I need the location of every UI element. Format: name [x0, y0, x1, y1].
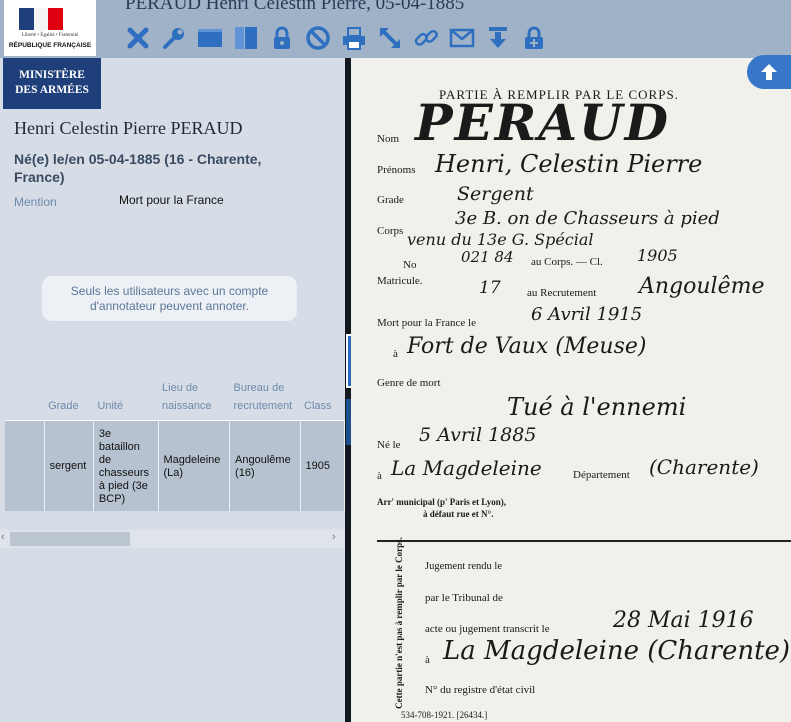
wrench-icon[interactable] — [160, 24, 188, 52]
doc-label-tribunal: par le Tribunal de — [425, 592, 503, 604]
doc-value-acte: 28 Mai 1916 — [613, 608, 754, 633]
scroll-top-button[interactable] — [747, 55, 791, 89]
person-name: Henri Celestin Pierre PERAUD — [14, 118, 243, 138]
table-header[interactable]: Grade — [44, 373, 93, 421]
close-icon[interactable] — [124, 24, 152, 52]
table-header[interactable]: Class — [300, 373, 344, 421]
doc-value-mort-date: 6 Avril 1915 — [531, 304, 643, 325]
toolbar — [124, 24, 548, 52]
doc-value-nom: PERAUD — [415, 93, 671, 152]
doc-value-corps-2: venu du 13e G. Spécial — [407, 230, 594, 249]
split-view-icon[interactable] — [232, 24, 260, 52]
doc-value-ne-lieu: La Magdeleine — [391, 456, 542, 480]
annotate-lock-icon[interactable] — [520, 24, 548, 52]
ministry-line-2: DES ARMÉES — [15, 84, 89, 96]
doc-value-departement: (Charente) — [649, 455, 759, 479]
doc-label-a: à — [393, 348, 398, 360]
doc-value-corps: 3e B. on de Chasseurs à pied — [455, 208, 720, 229]
doc-label-prenoms: Prénoms — [377, 164, 416, 176]
doc-label-no: No — [403, 259, 417, 271]
top-bar: PERAUD Henri Célestin Pierre, 05-04-1885 — [0, 0, 791, 58]
doc-label-matricule: Matricule. — [377, 275, 423, 287]
doc-label-a-3: à — [425, 654, 430, 666]
table-cell — [5, 420, 45, 511]
doc-value-recrutement: Angoulême — [639, 274, 765, 299]
scroll-right-arrow[interactable]: › — [332, 531, 336, 543]
doc-value-classe: 1905 — [637, 246, 678, 265]
download-icon[interactable] — [484, 24, 512, 52]
doc-separator — [377, 540, 791, 542]
birth-info: Né(e) le/en 05-04-1885 (16 - Charente, F… — [14, 151, 262, 185]
table-cell: Magdeleine (La) — [158, 420, 231, 511]
doc-side-note: Cette partie n'est pas à remplir par le … — [393, 537, 404, 709]
table-cell: 1905 — [300, 420, 345, 511]
table-header[interactable]: Lieu de naissance — [158, 373, 230, 421]
table-header[interactable]: Unité — [93, 373, 158, 421]
single-view-icon[interactable] — [196, 24, 224, 52]
doc-label-arrondissement: Arr' municipal (p' Paris et Lyon), — [377, 497, 506, 507]
table-cell: Angoulême (16) — [229, 420, 301, 511]
service-table: Grade Unité Lieu de naissance Bureau de … — [5, 373, 345, 511]
doc-label-genre: Genre de mort — [377, 377, 441, 389]
table-cell: 3e bataillon de chasseurs à pied (3e BCP… — [93, 420, 159, 511]
link-icon[interactable] — [412, 24, 440, 52]
doc-label-acte: acte ou jugement transcrit le — [425, 623, 550, 635]
table-header[interactable]: Bureau de recrutement — [230, 373, 300, 421]
doc-value-matricule-corps: 021 84 — [461, 248, 514, 266]
doc-value-acte-lieu: La Magdeleine (Charente) — [443, 636, 791, 666]
doc-label-au-corps: au Corps. — Cl. — [531, 256, 603, 268]
scrollbar-thumb[interactable] — [10, 532, 130, 546]
arrow-up-icon — [761, 64, 777, 80]
page-title: PERAUD Henri Célestin Pierre, 05-04-1885 — [125, 0, 465, 14]
doc-label-a-2: à — [377, 470, 382, 482]
doc-value-ne: 5 Avril 1885 — [419, 424, 537, 446]
republique-francaise-logo: Liberté • Égalité • Fraternité RÉPUBLIQU… — [4, 0, 96, 56]
forbidden-icon[interactable] — [304, 24, 332, 52]
lock-icon[interactable] — [268, 24, 296, 52]
mail-icon[interactable] — [448, 24, 476, 52]
doc-value-matricule-recrutement: 17 — [479, 278, 501, 298]
doc-value-prenoms: Henri, Celestin Pierre — [435, 150, 703, 178]
doc-label-departement: Département — [573, 469, 630, 481]
table-header — [5, 373, 44, 421]
annotation-notice: Seuls les utilisateurs avec un compte d'… — [42, 276, 297, 321]
print-icon[interactable] — [340, 24, 368, 52]
doc-value-genre: Tué à l'ennemi — [507, 393, 687, 421]
mention-value: Mort pour la France — [119, 193, 224, 207]
logo-republic: RÉPUBLIQUE FRANÇAISE — [8, 42, 92, 49]
record-panel: Henri Celestin Pierre PERAUD Né(e) le/en… — [0, 109, 345, 722]
doc-label-nom: Nom — [377, 133, 399, 145]
doc-label-registre: N° du registre d'état civil — [425, 684, 536, 696]
doc-value-grade: Sergent — [457, 183, 534, 205]
doc-label-grade: Grade — [377, 194, 404, 206]
horizontal-scrollbar[interactable]: ‹ › — [0, 530, 345, 548]
ministry-logo: MINISTÈRE DES ARMÉES — [3, 58, 101, 109]
mention-label: Mention — [14, 195, 57, 209]
logo-motto: Liberté • Égalité • Fraternité — [21, 33, 79, 38]
doc-label-mort: Mort pour la France le — [377, 317, 476, 329]
doc-footer: 534-708-1921. [26434.] — [401, 710, 488, 720]
document-viewer[interactable]: PARTIE À REMPLIR PAR LE CORPS. Nom PERAU… — [351, 58, 791, 722]
doc-value-lieu-mort: Fort de Vaux (Meuse) — [407, 334, 647, 359]
ministry-line-1: MINISTÈRE — [19, 69, 85, 81]
fullscreen-icon[interactable] — [376, 24, 404, 52]
doc-label-arrondissement-2: à défaut rue et N°. — [423, 509, 494, 519]
scroll-left-arrow[interactable]: ‹ — [1, 531, 5, 543]
doc-label-recrutement: au Recrutement — [527, 287, 597, 299]
doc-label-corps: Corps — [377, 225, 404, 237]
table-header-row: Grade Unité Lieu de naissance Bureau de … — [5, 373, 345, 421]
table-cell: sergent — [44, 420, 94, 511]
table-row[interactable]: sergent 3e bataillon de chasseurs à pied… — [5, 420, 345, 511]
doc-label-ne: Né le — [377, 439, 401, 451]
doc-label-jugement: Jugement rendu le — [425, 561, 502, 572]
tricolor-flag-icon — [19, 8, 64, 30]
